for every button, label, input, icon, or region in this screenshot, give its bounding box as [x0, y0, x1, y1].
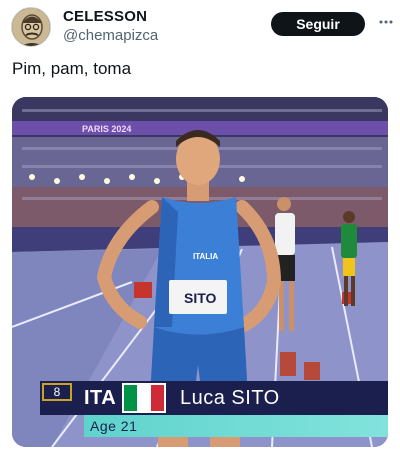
broadcast-lower-third: 8 ITA Luca SITO Age 21: [40, 381, 388, 439]
singlet-text: ITALIA: [193, 252, 218, 261]
display-name[interactable]: CELESSON: [63, 8, 158, 26]
follow-button[interactable]: Seguir: [271, 12, 365, 36]
athlete-name: Luca SITO: [180, 387, 280, 409]
avatar-portrait-icon: [12, 8, 50, 46]
user-handle[interactable]: @chemapizca: [63, 26, 158, 46]
tweet-text: Pim, pam, toma: [12, 59, 132, 78]
country-code: ITA: [84, 387, 117, 409]
italy-flag-icon: [122, 383, 166, 413]
paris-banner-text: PARIS 2024: [82, 124, 131, 134]
lower-third-sub-bar: Age 21: [84, 415, 388, 437]
lower-third-main-bar: 8 ITA Luca SITO: [40, 381, 388, 415]
tweet-media-image[interactable]: PARIS 2024 ITALIA SITO 8 ITA Luca SITO A…: [12, 97, 388, 447]
more-horizontal-icon[interactable]: [378, 14, 394, 30]
lane-number: 8: [42, 383, 72, 401]
bib-text: SITO: [184, 290, 217, 306]
tweet-header: CELESSON @chemapizca Seguir: [0, 0, 400, 56]
user-names: CELESSON @chemapizca: [63, 8, 158, 46]
athlete-age: Age 21: [90, 418, 138, 434]
user-avatar[interactable]: [11, 7, 51, 47]
